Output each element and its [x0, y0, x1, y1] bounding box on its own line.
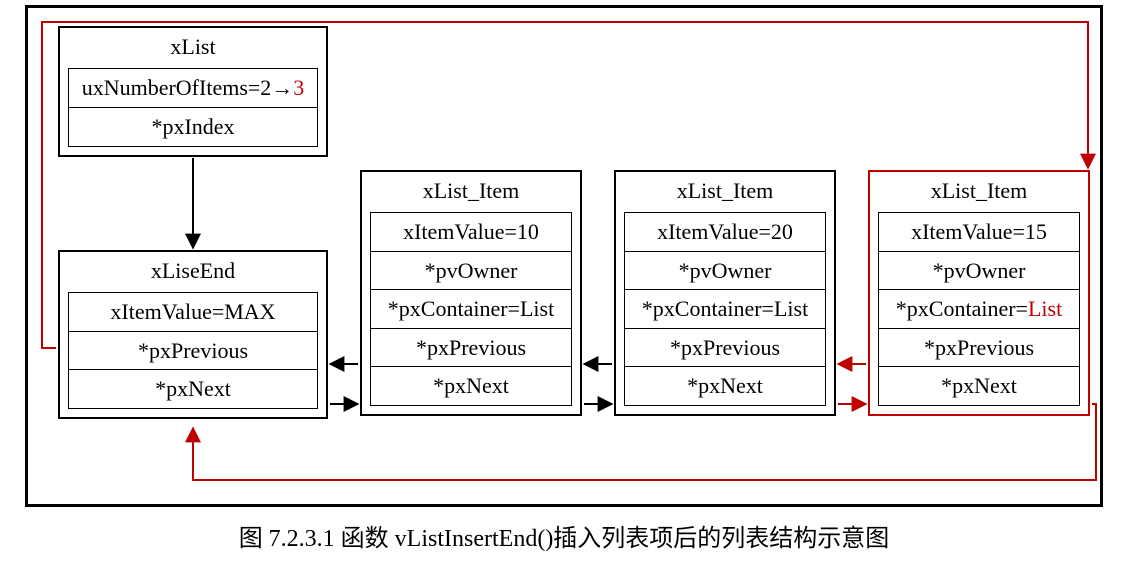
- xlist-block: xList uxNumberOfItems=2→3 *pxIndex: [58, 26, 328, 157]
- item2-pvowner: *pvOwner: [624, 251, 826, 291]
- item3-pxcontainer-prefix: *pxContainer=: [896, 296, 1028, 321]
- xlist-count-row: uxNumberOfItems=2→3: [68, 68, 318, 108]
- item3-title: xList_Item: [870, 172, 1088, 212]
- outer-frame: xList uxNumberOfItems=2→3 *pxIndex xLise…: [25, 5, 1103, 507]
- item2-block: xList_Item xItemValue=20 *pvOwner *pxCon…: [614, 170, 836, 416]
- item3-pxcontainer-val: List: [1028, 296, 1062, 321]
- xlistend-title: xLiseEnd: [60, 252, 326, 292]
- item3-pxprevious: *pxPrevious: [878, 328, 1080, 368]
- item3-pvowner: *pvOwner: [878, 251, 1080, 291]
- item1-block: xList_Item xItemValue=10 *pvOwner *pxCon…: [360, 170, 582, 416]
- xlist-title: xList: [60, 28, 326, 68]
- item3-itemvalue: xItemValue=15: [878, 212, 1080, 252]
- xlistend-block: xLiseEnd xItemValue=MAX *pxPrevious *pxN…: [58, 250, 328, 419]
- item2-title: xList_Item: [616, 172, 834, 212]
- item1-pxnext: *pxNext: [370, 366, 572, 406]
- xlist-pxindex-row: *pxIndex: [68, 107, 318, 147]
- xlistend-itemvalue: xItemValue=MAX: [68, 292, 318, 332]
- item2-pxnext: *pxNext: [624, 366, 826, 406]
- item2-itemvalue: xItemValue=20: [624, 212, 826, 252]
- item1-pvowner: *pvOwner: [370, 251, 572, 291]
- item3-block: xList_Item xItemValue=15 *pvOwner *pxCon…: [868, 170, 1090, 416]
- item1-pxprevious: *pxPrevious: [370, 328, 572, 368]
- diagram-page: xList uxNumberOfItems=2→3 *pxIndex xLise…: [0, 0, 1128, 565]
- xlistend-pxnext: *pxNext: [68, 369, 318, 409]
- item2-pxcontainer: *pxContainer=List: [624, 289, 826, 329]
- item3-pxcontainer: *pxContainer=List: [878, 289, 1080, 329]
- xlistend-pxprevious: *pxPrevious: [68, 331, 318, 371]
- item3-pxnext: *pxNext: [878, 366, 1080, 406]
- item1-pxcontainer: *pxContainer=List: [370, 289, 572, 329]
- item2-pxprevious: *pxPrevious: [624, 328, 826, 368]
- item1-itemvalue: xItemValue=10: [370, 212, 572, 252]
- xlist-count-label: uxNumberOfItems=2→: [82, 75, 294, 100]
- figure-caption: 图 7.2.3.1 函数 vListInsertEnd()插入列表项后的列表结构…: [0, 518, 1128, 553]
- item1-title: xList_Item: [362, 172, 580, 212]
- xlist-count-new: 3: [293, 75, 304, 100]
